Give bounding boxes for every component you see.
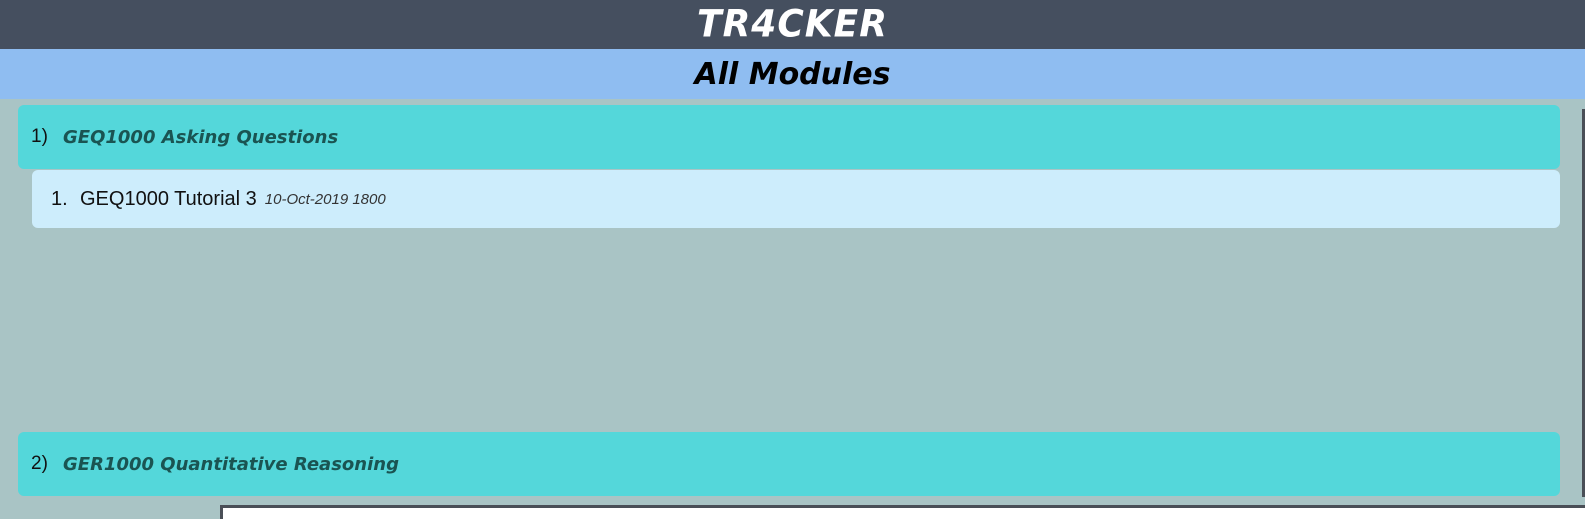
- module-card[interactable]: 2) GER1000 Quantitative Reasoning: [18, 432, 1560, 496]
- module-index: 1): [31, 126, 48, 147]
- task-name: GEQ1000 Tutorial 3: [80, 187, 257, 210]
- app-title: TR4CKER: [697, 2, 888, 47]
- module-index: 2): [31, 453, 48, 474]
- task-card[interactable]: 1. GEQ1000 Tutorial 3 10-Oct-2019 1800: [32, 170, 1560, 228]
- command-input[interactable]: [220, 505, 1585, 519]
- module-name: GEQ1000 Asking Questions: [63, 126, 339, 148]
- module-list[interactable]: 1) GEQ1000 Asking Questions 1. GEQ1000 T…: [0, 99, 1585, 519]
- task-index: 1.: [51, 187, 68, 210]
- app-header: TR4CKER: [0, 0, 1585, 49]
- task-deadline: 10-Oct-2019 1800: [264, 190, 386, 208]
- module-name: GER1000 Quantitative Reasoning: [63, 453, 399, 475]
- view-title: All Modules: [694, 56, 891, 92]
- module-card[interactable]: 1) GEQ1000 Asking Questions: [18, 105, 1560, 169]
- view-header: All Modules: [0, 49, 1585, 99]
